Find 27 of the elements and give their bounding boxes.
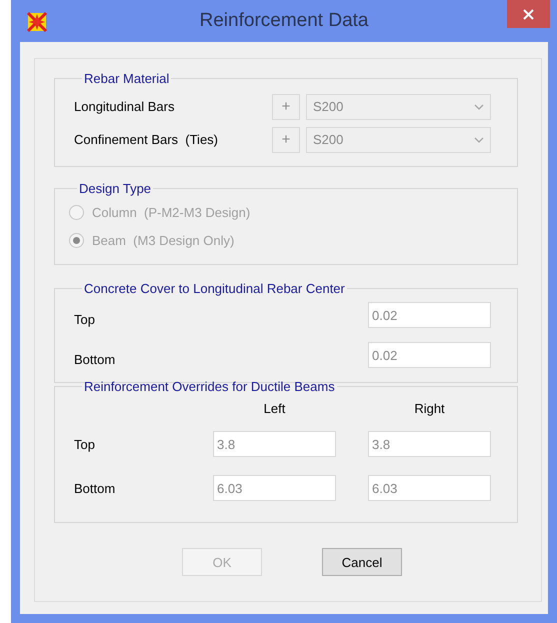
- input-field[interactable]: 6.03: [368, 475, 491, 501]
- input-field[interactable]: 3.8: [368, 431, 491, 457]
- window-title: Reinforcement Data: [200, 10, 368, 32]
- close-icon: [523, 8, 534, 20]
- group-title: Reinforcement Overrides for Ductile Beams: [83, 379, 336, 394]
- input-field[interactable]: 3.8: [213, 431, 336, 457]
- field-label: Longitudinal Bars: [74, 99, 174, 114]
- column-header: Left: [262, 400, 286, 416]
- field-label: Bottom: [74, 351, 116, 367]
- chevron-down-icon: [474, 136, 484, 142]
- column-header: Right: [413, 400, 446, 416]
- chevron-down-icon: [474, 104, 484, 110]
- dialog-button[interactable]: Cancel: [322, 548, 402, 576]
- close-button[interactable]: [507, 0, 550, 28]
- group-title: Design Type: [78, 181, 152, 196]
- field-label: Bottom: [74, 480, 116, 496]
- group-title: Concrete Cover to Longitudinal Rebar Center: [83, 281, 346, 296]
- option-label: Beam (M3 Design Only): [92, 232, 234, 248]
- field-label: Confinement Bars (Ties): [74, 132, 218, 147]
- field-label: Top: [74, 436, 96, 452]
- input-field[interactable]: 0.02: [368, 302, 491, 328]
- field-label: Top: [74, 311, 96, 327]
- input-field[interactable]: 6.03: [213, 475, 336, 501]
- group-title: Rebar Material: [83, 71, 170, 86]
- app-logo-icon: [26, 11, 48, 33]
- option-label: Column (P-M2-M3 Design): [92, 204, 250, 220]
- input-field[interactable]: 0.02: [368, 342, 491, 368]
